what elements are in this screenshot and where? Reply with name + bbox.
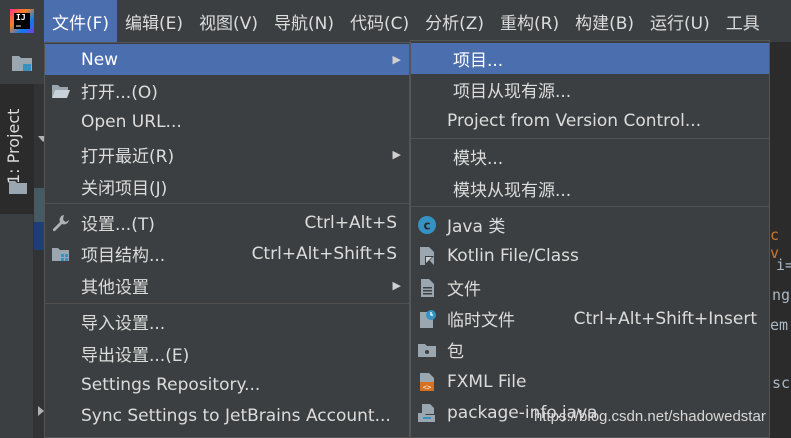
file-menu: New ▶ 打开...(O) Open URL... 打开最近(R) ▶ 关闭项… <box>44 42 410 438</box>
menu-file[interactable]: 文件(F) <box>44 0 118 42</box>
menu-item-shortcut: Ctrl+Alt+Shift+S <box>251 243 397 264</box>
code-fragment: i= <box>776 256 791 274</box>
svg-text:c: c <box>423 219 430 233</box>
watermark-text: https://blog.csdn.net/shadowedstar <box>534 408 766 425</box>
menu-item-label: FXML File <box>447 371 527 392</box>
menu-item-label: 其他设置 <box>81 278 149 298</box>
menu-item-open-recent[interactable]: 打开最近(R) ▶ <box>45 139 409 170</box>
package-icon <box>418 344 436 357</box>
menu-item-label: 导出设置...(E) <box>81 346 190 366</box>
code-fragment: em. <box>770 316 791 334</box>
menu-item-label: Java 类 <box>447 217 506 237</box>
tool-window-strip: 1: Project <box>0 84 34 438</box>
menu-item-label: 项目从现有源... <box>453 82 572 102</box>
menu-item-other-settings[interactable]: 其他设置 ▶ <box>45 270 409 301</box>
menu-analyze[interactable]: 分析(Z) <box>417 0 492 42</box>
menu-build[interactable]: 构建(B) <box>567 0 642 42</box>
menu-item-label: Settings Repository... <box>81 374 261 395</box>
menu-item-shortcut: Ctrl+Alt+Shift+Insert <box>573 308 757 329</box>
project-folder-icon[interactable] <box>11 53 33 73</box>
menu-item-import-settings[interactable]: 导入设置... <box>45 306 409 337</box>
menu-item-open-url[interactable]: Open URL... <box>45 106 409 137</box>
code-fragment: sc <box>772 374 791 392</box>
project-tool-tab[interactable]: 1: Project <box>0 84 34 214</box>
submenu-arrow-icon: ▶ <box>392 53 401 66</box>
menu-item-label: 模块从现有源... <box>453 181 572 201</box>
kotlin-file-icon <box>420 247 434 265</box>
package-info-icon <box>418 404 435 422</box>
menu-code[interactable]: 代码(C) <box>342 0 417 42</box>
menu-separator <box>45 203 409 204</box>
menu-item-settings-repository[interactable]: Settings Repository... <box>45 369 409 400</box>
menu-item-module-from-sources[interactable]: 模块从现有源... <box>411 173 769 204</box>
folder-open-icon <box>52 85 70 98</box>
menu-item-label: Kotlin File/Class <box>447 245 579 266</box>
code-fragment: ng <box>772 286 791 304</box>
menu-item-label: 包 <box>447 342 464 362</box>
menu-navigate[interactable]: 导航(N) <box>266 0 342 42</box>
menu-item-java-class[interactable]: c Java 类 <box>411 209 769 240</box>
menu-item-label: 导入设置... <box>81 314 166 334</box>
menu-item-label: 文件 <box>447 280 481 300</box>
menu-item-scratch-file[interactable]: 临时文件 Ctrl+Alt+Shift+Insert <box>411 303 769 334</box>
menu-item-label: 模块... <box>453 149 504 169</box>
menu-tools[interactable]: 工具 <box>718 0 768 42</box>
menu-refactor[interactable]: 重构(R) <box>492 0 567 42</box>
menu-item-kotlin-file[interactable]: Kotlin File/Class <box>411 240 769 271</box>
svg-text:<>: <> <box>423 384 431 392</box>
menu-separator <box>45 303 409 304</box>
project-structure-icon <box>52 248 69 261</box>
menu-item-open[interactable]: 打开...(O) <box>45 75 409 106</box>
menu-view[interactable]: 视图(V) <box>191 0 266 42</box>
menu-item-label: 打开...(O) <box>81 83 158 103</box>
intellij-logo-icon: IJ — <box>0 0 44 42</box>
menu-item-new-module[interactable]: 模块... <box>411 141 769 172</box>
menu-item-project-from-vcs[interactable]: Project from Version Control... <box>411 105 769 136</box>
fxml-file-icon: <> <box>420 373 434 392</box>
menu-item-label: 设置...(T) <box>81 215 155 235</box>
menu-item-label: 项目结构... <box>81 246 166 266</box>
menu-item-settings[interactable]: 设置...(T) Ctrl+Alt+S <box>45 207 409 238</box>
menu-item-close-project[interactable]: 关闭项目(J) <box>45 171 409 202</box>
menu-item-label: Sync Settings to JetBrains Account... <box>81 405 391 426</box>
new-submenu: 项目... 项目从现有源... Project from Version Con… <box>410 40 770 438</box>
menu-item-package[interactable]: 包 <box>411 334 769 365</box>
submenu-arrow-icon: ▶ <box>392 148 401 161</box>
menu-edit[interactable]: 编辑(E) <box>117 0 191 42</box>
menu-item-fxml-file[interactable]: <> FXML File <box>411 366 769 397</box>
menu-item-project-structure[interactable]: 项目结构... Ctrl+Alt+Shift+S <box>45 238 409 269</box>
file-icon <box>421 279 434 297</box>
menu-item-project-from-sources[interactable]: 项目从现有源... <box>411 74 769 105</box>
menu-item-new[interactable]: New ▶ <box>45 44 409 75</box>
scratch-file-icon <box>420 310 436 328</box>
menu-item-label: Open URL... <box>81 111 182 132</box>
menu-item-export-settings[interactable]: 导出设置...(E) <box>45 338 409 369</box>
toolbar <box>0 42 44 84</box>
wrench-icon <box>52 215 69 232</box>
menu-separator <box>411 206 769 207</box>
submenu-arrow-icon: ▶ <box>392 279 401 292</box>
menu-item-sync-settings[interactable]: Sync Settings to JetBrains Account... <box>45 400 409 431</box>
menu-run[interactable]: 运行(U) <box>642 0 718 42</box>
menu-item-label: 打开最近(R) <box>81 147 175 167</box>
menu-item-shortcut: Ctrl+Alt+S <box>304 212 397 233</box>
project-tab-label: 1: Project <box>4 108 23 184</box>
menu-item-label: 项目... <box>453 51 504 71</box>
menu-item-new-project[interactable]: 项目... <box>411 43 769 74</box>
folder-icon <box>9 181 27 194</box>
menu-item-label: Project from Version Control... <box>447 110 702 131</box>
menu-item-file[interactable]: 文件 <box>411 272 769 303</box>
menu-item-label: 关闭项目(J) <box>81 179 168 199</box>
menu-item-label: 临时文件 <box>447 311 515 331</box>
menu-bar: IJ — 文件(F) 编辑(E) 视图(V) 导航(N) 代码(C) 分析(Z) … <box>0 0 791 42</box>
java-class-icon: c <box>418 216 436 234</box>
menu-separator <box>411 138 769 139</box>
menu-item-label: New <box>81 49 119 70</box>
